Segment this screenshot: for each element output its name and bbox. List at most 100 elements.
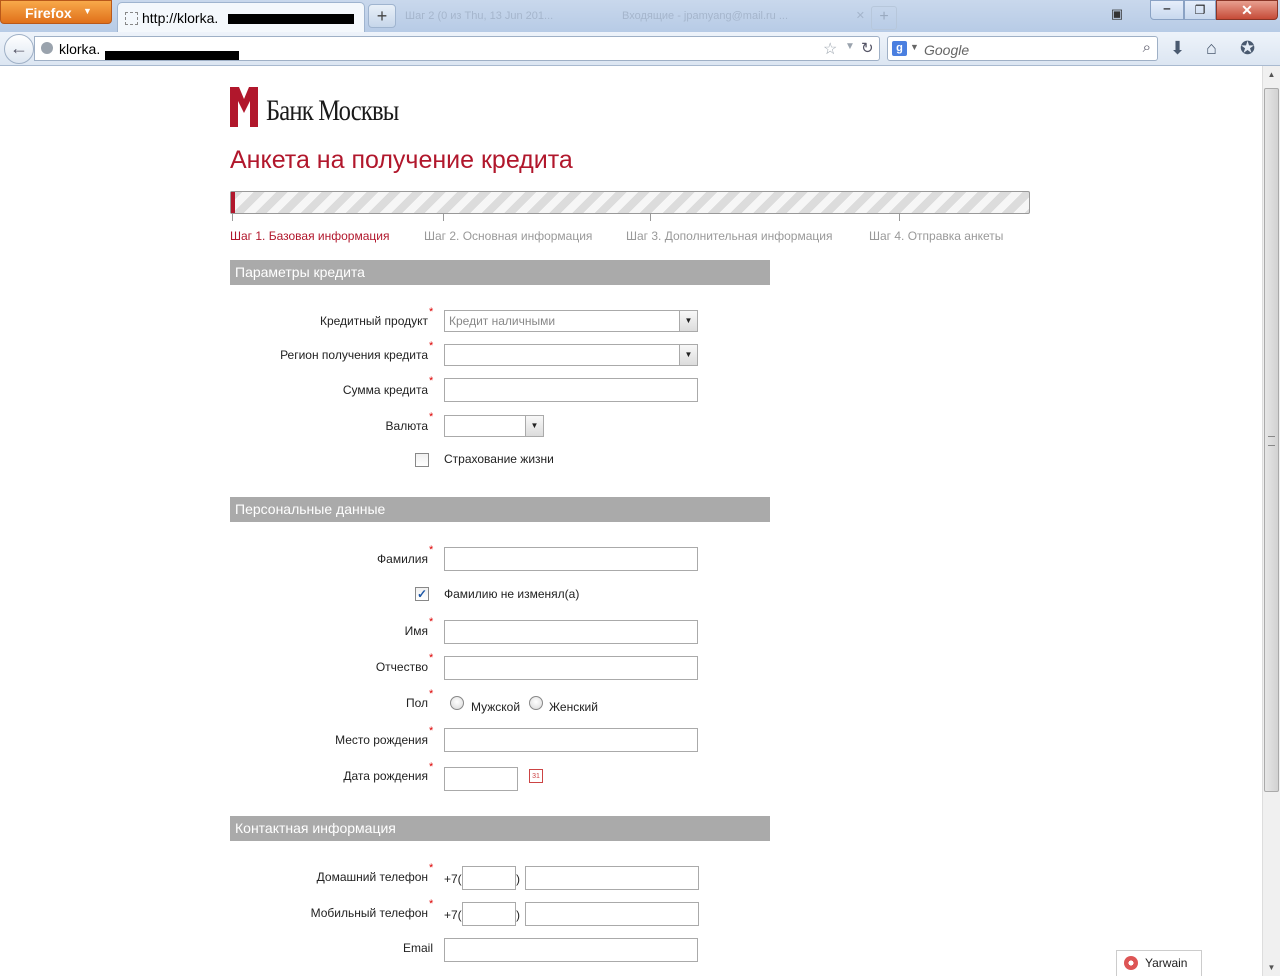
bank-name: Банк Москвы (266, 94, 399, 127)
surname-unchanged-checkbox[interactable]: ✓ (415, 587, 429, 601)
chevron-down-icon[interactable]: ▼ (679, 311, 697, 331)
title-bar: Firefox ▼ http://klorka. + Шаг 2 (0 из T… (0, 0, 1280, 33)
tab-active[interactable]: http://klorka. (117, 2, 365, 33)
gender-female-radio[interactable] (529, 696, 543, 710)
calendar-icon[interactable]: 31 (529, 769, 543, 783)
amount-label: Сумма кредита (342, 383, 428, 397)
minimize-button[interactable]: ‒ (1150, 0, 1184, 20)
mobile-phone-number-input[interactable] (525, 902, 699, 926)
globe-icon (41, 42, 53, 54)
required-mark: * (429, 544, 434, 556)
birthplace-label: Место рождения (335, 733, 428, 747)
required-mark: * (429, 340, 434, 352)
close-icon[interactable]: ✕ (856, 9, 865, 22)
region-select[interactable]: ▼ (444, 344, 698, 366)
search-box[interactable]: g ▼ Google ⌕ (887, 36, 1158, 61)
home-phone-number-input[interactable] (525, 866, 699, 890)
tab-groups-icon[interactable]: ▣ (1108, 6, 1126, 24)
currency-select[interactable]: ▼ (444, 415, 544, 437)
required-mark: * (429, 411, 434, 423)
home-phone-code-input[interactable] (462, 866, 516, 890)
required-mark: * (429, 688, 434, 700)
mobile-phone-code-input[interactable] (462, 902, 516, 926)
required-mark: * (429, 725, 434, 737)
url-bar[interactable]: klorka. ☆ ▼ ↻ (34, 36, 880, 61)
gender-label: Пол (405, 696, 428, 710)
firefox-menu-label: Firefox (25, 5, 72, 21)
name-input[interactable] (444, 620, 698, 644)
home-icon[interactable]: ⌂ (1206, 38, 1217, 59)
restore-button[interactable]: ❐ (1184, 0, 1216, 20)
section-header-contact: Контактная информация (230, 816, 770, 841)
section-header-credit: Параметры кредита (230, 260, 770, 285)
insurance-checkbox[interactable] (415, 453, 429, 467)
required-mark: * (429, 375, 434, 387)
surname-input[interactable] (444, 547, 698, 571)
yarwain-label: Yarwain (1145, 956, 1188, 970)
chevron-down-icon[interactable]: ▼ (845, 41, 855, 52)
scroll-thumb[interactable] (1264, 88, 1279, 792)
gender-female-label: Женский (549, 700, 598, 714)
close-window-button[interactable]: ✕ (1216, 0, 1278, 20)
phone-paren: ) (516, 908, 520, 922)
progress-bar (230, 191, 1030, 214)
gender-male-radio[interactable] (450, 696, 464, 710)
step-2-label: Шаг 2. Основная информация (424, 229, 593, 243)
step-tick (899, 213, 900, 221)
birthdate-label: Дата рождения (343, 769, 428, 783)
mobile-phone-label: Мобильный телефон (310, 906, 428, 920)
scroll-down-arrow-icon[interactable]: ▼ (1263, 959, 1280, 976)
birthdate-input[interactable] (444, 767, 518, 791)
step-tick (232, 213, 233, 221)
phone-prefix: +7( (444, 872, 462, 886)
bookmark-star-icon[interactable]: ☆ (823, 39, 837, 59)
reload-icon[interactable]: ↻ (861, 39, 874, 57)
chevron-down-icon: ▼ (83, 6, 92, 16)
redaction-bar (105, 51, 239, 60)
patronymic-label: Отчество (375, 660, 428, 674)
product-select[interactable]: Кредит наличными ▼ (444, 310, 698, 332)
ghost-new-tab-button[interactable]: + (871, 6, 897, 30)
email-input[interactable] (444, 938, 698, 962)
surname-unchanged-label: Фамилию не изменял(а) (444, 587, 580, 601)
chevron-down-icon[interactable]: ▼ (679, 345, 697, 365)
bookmarks-icon[interactable]: ✪ (1240, 38, 1255, 59)
firefox-menu-button[interactable]: Firefox ▼ (0, 0, 112, 24)
product-select-value: Кредит наличными (449, 314, 556, 328)
background-tab-title: Входящие - jpamyang@mail.ru ... (622, 10, 789, 22)
scroll-up-arrow-icon[interactable]: ▲ (1263, 66, 1280, 83)
search-placeholder: Google (924, 42, 970, 58)
patronymic-input[interactable] (444, 656, 698, 680)
surname-label: Фамилия (377, 552, 428, 566)
page-title: Анкета на получение кредита (230, 146, 573, 174)
search-icon[interactable]: ⌕ (1143, 39, 1151, 56)
email-label: Email (402, 941, 433, 955)
birthplace-input[interactable] (444, 728, 698, 752)
amount-input[interactable] (444, 378, 698, 402)
section-header-personal: Персональные данные (230, 497, 770, 522)
insurance-label: Страхование жизни (444, 452, 554, 466)
tab-title: http://klorka. (142, 10, 219, 26)
google-icon[interactable]: g (892, 41, 907, 56)
download-icon[interactable]: ⬇ (1170, 38, 1185, 59)
chevron-down-icon[interactable]: ▼ (525, 416, 543, 436)
back-button[interactable]: ← (4, 34, 34, 64)
new-tab-button[interactable]: + (368, 4, 396, 28)
step-4-label: Шаг 4. Отправка анкеты (869, 229, 1004, 243)
phone-paren: ) (516, 872, 520, 886)
step-1-label: Шаг 1. Базовая информация (230, 229, 390, 243)
home-phone-label: Домашний телефон (316, 870, 428, 884)
gender-male-label: Мужской (471, 700, 521, 714)
required-mark: * (429, 652, 434, 664)
currency-label: Валюта (385, 419, 428, 433)
required-mark: * (429, 616, 434, 628)
required-mark: * (429, 306, 434, 318)
required-mark: * (429, 898, 434, 910)
chevron-down-icon[interactable]: ▼ (910, 42, 919, 52)
scrollbar[interactable]: ▲ ▼ (1262, 66, 1280, 976)
phone-prefix: +7( (444, 908, 462, 922)
progress-fill (231, 192, 235, 213)
region-label: Регион получения кредита (280, 348, 428, 362)
yarwain-widget[interactable]: Yarwain (1116, 950, 1202, 976)
url-text: klorka. (59, 41, 101, 57)
